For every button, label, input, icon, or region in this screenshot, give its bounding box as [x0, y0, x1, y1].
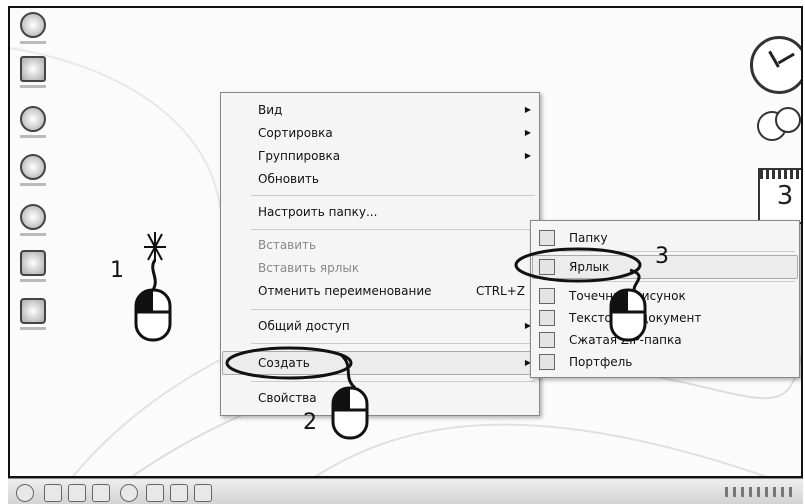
control-panel-icon[interactable]	[18, 250, 48, 284]
submenu-item-label: Точечный рисунок	[569, 289, 686, 303]
step-3-label: 3	[655, 244, 669, 269]
menu-item-refresh[interactable]: Обновить	[221, 168, 539, 190]
bitmap-icon	[539, 288, 555, 304]
menu-item-label: Создать	[258, 356, 310, 370]
desktop-screen: 3 Вид ▶ Сортировка ▶ Группировка ▶ Обновить…	[0, 0, 805, 504]
menu-item-undo-rename[interactable]: Отменить переименование CTRL+Z	[221, 280, 539, 302]
menu-item-label: Вставить	[258, 238, 317, 252]
menu-separator	[251, 229, 535, 230]
app2-icon[interactable]	[194, 484, 212, 502]
menu-item-label: Группировка	[258, 149, 341, 163]
menu-separator	[561, 281, 795, 282]
menu-separator	[561, 251, 795, 252]
submenu-item-label: Сжатая ZIP-папка	[569, 333, 682, 347]
desktop[interactable]: 3 Вид ▶ Сортировка ▶ Группировка ▶ Обновить…	[8, 6, 803, 478]
menu-item-sort[interactable]: Сортировка ▶	[221, 122, 539, 144]
menu-item-group[interactable]: Группировка ▶	[221, 145, 539, 167]
menu-item-label: Отменить переименование	[258, 284, 432, 298]
menu-separator	[251, 381, 535, 382]
menu-item-label: Общий доступ	[258, 319, 350, 333]
media-player-icon[interactable]	[18, 204, 48, 238]
start-icon[interactable]	[16, 484, 34, 502]
calendar-day: 3	[776, 181, 794, 211]
submenu-item-zip-folder[interactable]: Сжатая ZIP-папка	[531, 329, 799, 351]
menu-item-label: Настроить папку...	[258, 205, 378, 219]
step-2-label: 2	[303, 410, 317, 435]
menu-separator	[251, 195, 535, 196]
menu-item-new[interactable]: Создать ▶	[221, 352, 539, 374]
menu-separator	[251, 309, 535, 310]
submenu-item-label: Портфель	[569, 355, 633, 369]
submenu-item-bitmap[interactable]: Точечный рисунок	[531, 285, 799, 307]
tool-icon[interactable]	[146, 484, 164, 502]
zip-folder-icon	[539, 332, 555, 348]
shortcut-icon	[539, 259, 555, 275]
menu-item-label: Вид	[258, 103, 283, 117]
menu-item-label: Сортировка	[258, 126, 333, 140]
context-menu: Вид ▶ Сортировка ▶ Группировка ▶ Обновить Н…	[220, 92, 540, 416]
documents-icon[interactable]	[18, 298, 48, 332]
folder-icon[interactable]	[68, 484, 86, 502]
submenu-arrow-icon: ▶	[524, 151, 531, 160]
app-icon[interactable]	[170, 484, 188, 502]
menu-item-paste-shortcut: Вставить ярлык	[221, 257, 539, 279]
menu-item-paste: Вставить	[221, 234, 539, 256]
folder-icon	[539, 230, 555, 246]
briefcase-icon	[539, 354, 555, 370]
submenu-item-briefcase[interactable]: Портфель	[531, 351, 799, 373]
network-icon[interactable]	[18, 106, 48, 140]
calendar-gadget[interactable]: 3	[758, 168, 801, 224]
menu-item-customize-folder[interactable]: Настроить папку...	[221, 201, 539, 223]
submenu-item-label: Ярлык	[569, 260, 610, 274]
menu-item-view[interactable]: Вид ▶	[221, 99, 539, 121]
computer-icon[interactable]	[18, 12, 48, 46]
menu-separator	[251, 343, 535, 344]
clock-gadget[interactable]	[750, 36, 801, 94]
browser-icon[interactable]	[44, 484, 62, 502]
player-icon[interactable]	[120, 484, 138, 502]
step-1-label: 1	[110, 258, 124, 283]
submenu-arrow-icon: ▶	[524, 128, 531, 137]
submenu-item-label: Текстовый документ	[569, 311, 702, 325]
submenu-item-label: Папку	[569, 231, 608, 245]
browser-icon[interactable]	[18, 154, 48, 188]
text-document-icon	[539, 310, 555, 326]
menu-item-share[interactable]: Общий доступ ▶	[221, 315, 539, 337]
taskbar	[8, 478, 803, 504]
submenu-arrow-icon: ▶	[524, 105, 531, 114]
system-tray[interactable]	[725, 487, 795, 497]
menu-item-label: Вставить ярлык	[258, 261, 360, 275]
menu-item-shortcut: CTRL+Z	[475, 284, 525, 298]
recycle-bin-icon[interactable]	[18, 56, 48, 90]
media-icon[interactable]	[92, 484, 110, 502]
submenu-item-text-document[interactable]: Текстовый документ	[531, 307, 799, 329]
messenger-gadget-icon[interactable]	[754, 104, 803, 144]
menu-item-properties[interactable]: Свойства	[221, 387, 539, 409]
menu-item-label: Обновить	[258, 172, 319, 186]
menu-item-label: Свойства	[258, 391, 317, 405]
